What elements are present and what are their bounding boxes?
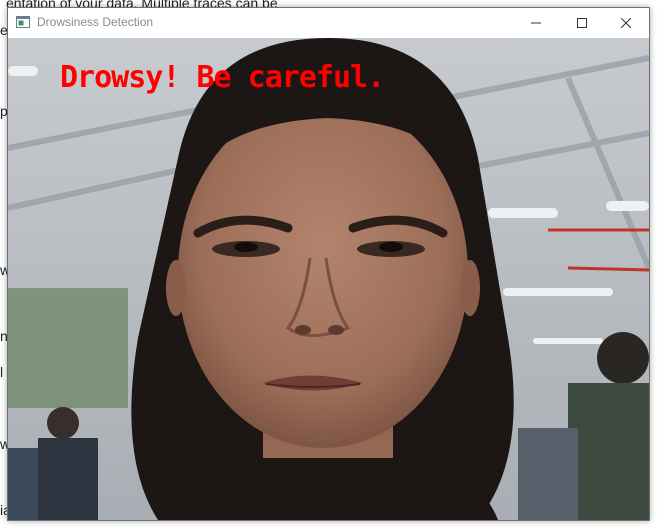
maximize-button[interactable] [559,8,605,38]
webcam-video-feed: Drowsy! Be careful. [8,38,649,520]
background-text-fragment: l [0,364,4,380]
webcam-frame [8,38,649,520]
minimize-icon [531,22,541,24]
close-button[interactable] [603,8,649,38]
drowsiness-alert-text: Drowsy! Be careful. [60,60,385,95]
app-window-icon [16,16,30,28]
drowsiness-detection-window: Drowsiness Detection Drowsy! Be careful. [7,7,650,521]
minimize-button[interactable] [513,8,559,38]
window-title: Drowsiness Detection [37,15,154,29]
title-bar[interactable]: Drowsiness Detection [8,8,649,38]
maximize-icon [577,18,587,28]
close-icon [621,18,631,28]
